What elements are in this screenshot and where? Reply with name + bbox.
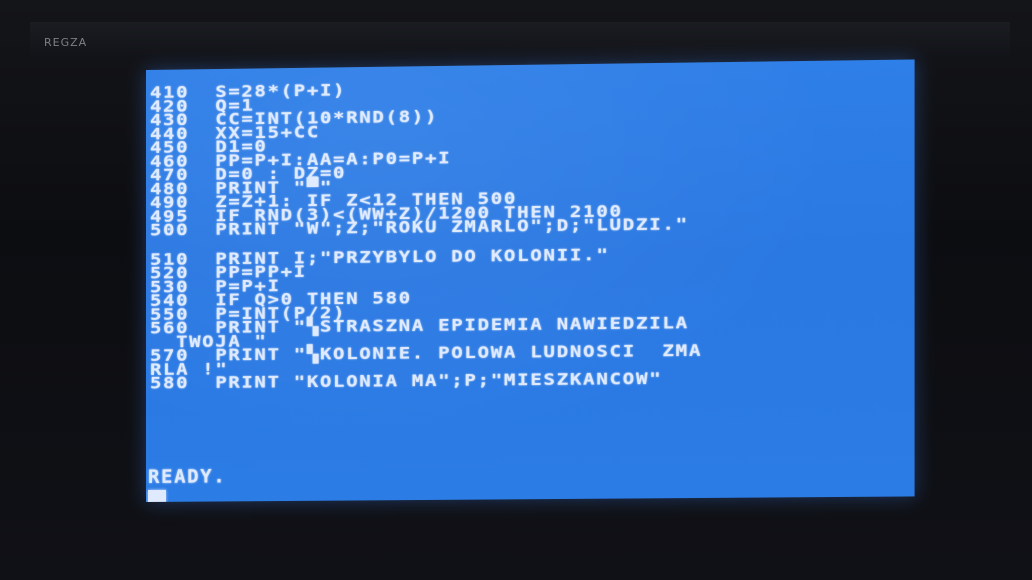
tv-frame: REGZA 410 S=28*(P+I) 420 Q=1 430 CC=INT(… xyxy=(0,0,1032,580)
program-listing: 410 S=28*(P+I) 420 Q=1 430 CC=INT(10*RND… xyxy=(149,79,703,393)
tv-bezel xyxy=(30,22,1010,58)
text-cursor[interactable] xyxy=(147,489,167,502)
code-line: 500 PRINT "W";Z;"ROKU ZMARLO";D;"LUDZI." xyxy=(149,214,689,240)
ready-prompt: READY. xyxy=(147,465,227,488)
tv-brand-label: REGZA xyxy=(44,36,88,49)
basic-screen[interactable]: 410 S=28*(P+I) 420 Q=1 430 CC=INT(10*RND… xyxy=(146,59,915,502)
code-line: 580 PRINT "KOLONIA MA";P;"MIESZKANCOW" xyxy=(149,369,663,393)
code-line: 570 PRINT "▚KOLONIE. POLOWA LUDNOSCI ZMA xyxy=(149,341,703,366)
